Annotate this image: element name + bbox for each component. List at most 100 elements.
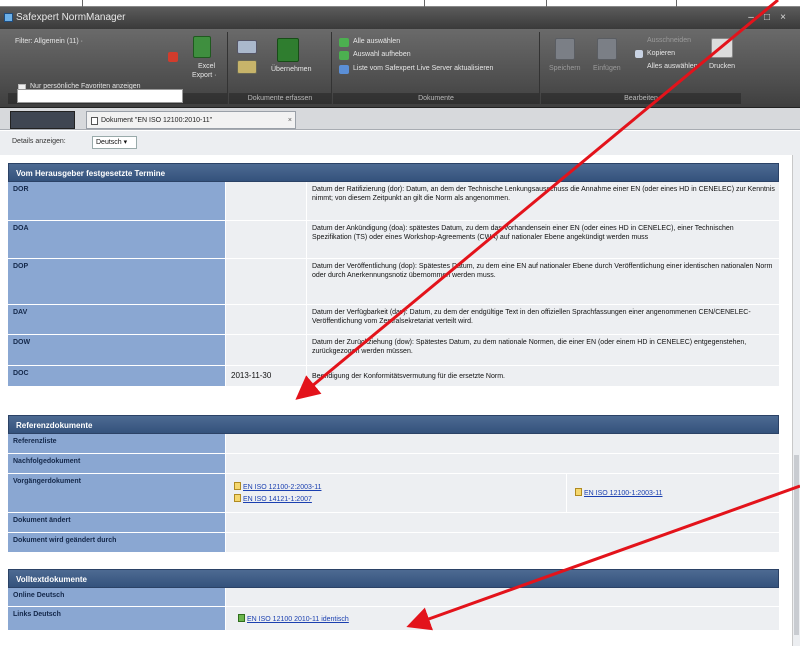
app-icon bbox=[4, 13, 13, 22]
link-text: EN ISO 12100-1:2003-11 bbox=[584, 490, 663, 497]
tab-search-results[interactable] bbox=[10, 111, 75, 129]
row-date bbox=[226, 259, 306, 304]
window-title: Safexpert NormManager bbox=[16, 12, 126, 23]
row-date: 2013-11-30 bbox=[226, 366, 306, 386]
row-value-right: EN ISO 12100-1:2003-11 bbox=[566, 474, 779, 512]
copy-button[interactable]: Kopieren bbox=[647, 50, 675, 57]
table-row-dop: DOP Datum der Veröffentlichung (dop): Sp… bbox=[8, 259, 779, 305]
row-value bbox=[226, 434, 779, 453]
save-icon[interactable] bbox=[555, 38, 575, 60]
row-key: DOA bbox=[8, 221, 225, 258]
clear-filter-icon[interactable] bbox=[168, 52, 178, 62]
vertical-scrollbar[interactable] bbox=[792, 155, 800, 646]
minimize-button[interactable]: – bbox=[744, 11, 758, 24]
row-date bbox=[226, 182, 306, 220]
row-key: Vorgängerdokument bbox=[8, 474, 225, 512]
row-value bbox=[226, 588, 779, 606]
select-all-button[interactable]: Alle auswählen bbox=[353, 38, 400, 45]
row-date bbox=[226, 335, 306, 365]
row-key: DOC bbox=[8, 366, 225, 386]
add-doc-icon[interactable] bbox=[237, 60, 257, 74]
section-header-termine: Vom Herausgeber festgesetzte Termine bbox=[8, 163, 779, 182]
row-key: Nachfolgedokument bbox=[8, 454, 225, 473]
deselect-icon bbox=[339, 51, 349, 60]
document-details-panel: Vom Herausgeber festgesetzte Termine DOR… bbox=[0, 155, 792, 646]
ribbon-group-bearbeiten: Speichern Einfügen Ausschneiden Kopieren… bbox=[541, 32, 741, 104]
paste-icon[interactable] bbox=[597, 38, 617, 60]
ribbon-group-erfassen: Übernehmen Dokumente erfassen bbox=[229, 32, 332, 104]
document-icon bbox=[234, 482, 241, 490]
row-description: Datum der Zurückziehung (dow): Spätestes… bbox=[307, 335, 779, 365]
row-key: Dokument ändert bbox=[8, 513, 225, 532]
maximize-button[interactable]: □ bbox=[760, 11, 774, 24]
row-description: Beendigung der Konformitätsvermutung für… bbox=[307, 366, 779, 386]
refresh-list-icon bbox=[339, 65, 349, 74]
link-vorgaenger-2[interactable]: EN ISO 14121-1:2007 bbox=[234, 494, 312, 503]
uebernehmen-label[interactable]: Übernehmen bbox=[271, 66, 311, 73]
deselect-button[interactable]: Auswahl aufheben bbox=[353, 51, 411, 58]
table-row-links-deutsch: Links Deutsch EN ISO 12100 2010-11 ident… bbox=[8, 607, 779, 631]
row-description: Datum der Ratifizierung (dor): Datum, an… bbox=[307, 182, 779, 220]
document-tab-strip: Dokument "EN ISO 12100:2010-11" × bbox=[0, 108, 800, 130]
tab-document[interactable]: Dokument "EN ISO 12100:2010-11" × bbox=[86, 111, 296, 129]
row-key: DOW bbox=[8, 335, 225, 365]
document-icon bbox=[234, 494, 241, 502]
pdf-document-icon bbox=[238, 614, 245, 622]
group-label-bearbeiten: Bearbeiten bbox=[541, 93, 741, 104]
check-all-icon bbox=[339, 38, 349, 47]
row-description: Datum der Ankündigung (doa): spätestes D… bbox=[307, 221, 779, 258]
close-tab-icon[interactable]: × bbox=[288, 112, 292, 130]
save-button[interactable]: Speichern bbox=[549, 65, 581, 72]
select-everything-button[interactable]: Alles auswählen bbox=[647, 63, 698, 70]
search-doc-icon[interactable] bbox=[237, 40, 257, 54]
link-volltext-deutsch[interactable]: EN ISO 12100 2010-11 identisch bbox=[238, 614, 349, 623]
printer-icon[interactable] bbox=[711, 38, 733, 58]
link-text: EN ISO 12100-2:2003-11 bbox=[243, 484, 322, 491]
row-key: Dokument wird geändert durch bbox=[8, 533, 225, 552]
table-row-doa: DOA Datum der Ankündigung (doa): spätest… bbox=[8, 221, 779, 259]
refresh-live-list-button[interactable]: Liste vom Safexpert Live Server aktualis… bbox=[353, 65, 493, 72]
filter-input[interactable] bbox=[17, 89, 183, 103]
row-key: DOP bbox=[8, 259, 225, 304]
row-key: Online Deutsch bbox=[8, 588, 225, 606]
filter-dropdown[interactable]: Filter: Allgemein (11) · bbox=[15, 38, 83, 45]
table-row-dor: DOR Datum der Ratifizierung (dor): Datum… bbox=[8, 182, 779, 221]
section-header-volltext: Volltextdokumente bbox=[8, 569, 779, 588]
scrollbar-thumb[interactable] bbox=[794, 455, 799, 635]
section-termine: Vom Herausgeber festgesetzte Termine DOR… bbox=[8, 163, 779, 387]
row-value bbox=[226, 454, 779, 473]
copy-icon bbox=[635, 50, 643, 58]
ribbon-toolbar: Filter: Allgemein (11) · Nur persönliche… bbox=[0, 29, 800, 108]
excel-label: Excel bbox=[198, 63, 216, 70]
close-button[interactable]: × bbox=[776, 11, 790, 24]
table-row-doc: DOC 2013-11-30 Beendigung der Konformitä… bbox=[8, 366, 779, 387]
row-key: DAV bbox=[8, 305, 225, 334]
details-label: Details anzeigen: bbox=[12, 138, 66, 145]
row-date bbox=[226, 221, 306, 258]
table-row-dav: DAV Datum der Verfügbarkeit (dav): Datum… bbox=[8, 305, 779, 335]
excel-icon[interactable] bbox=[193, 36, 211, 58]
link-vorgaenger-1[interactable]: EN ISO 12100-2:2003-11 bbox=[234, 482, 321, 491]
row-value bbox=[226, 533, 779, 552]
row-key: Referenzliste bbox=[8, 434, 225, 453]
language-select-value: Deutsch bbox=[96, 139, 122, 146]
table-row-nachfolgedokument: Nachfolgedokument bbox=[8, 454, 779, 474]
document-icon bbox=[91, 117, 98, 125]
document-icon bbox=[575, 488, 582, 496]
language-select[interactable]: Deutsch ▾ bbox=[92, 136, 137, 149]
table-row-dow: DOW Datum der Zurückziehung (dow): Späte… bbox=[8, 335, 779, 366]
table-row-online-deutsch: Online Deutsch bbox=[8, 588, 779, 607]
group-label-dokumente: Dokumente bbox=[333, 93, 539, 104]
export-label[interactable]: Export · bbox=[192, 72, 217, 79]
paste-button[interactable]: Einfügen bbox=[593, 65, 621, 72]
cut-button[interactable]: Ausschneiden bbox=[647, 37, 691, 44]
table-row-dokument-aendert: Dokument ändert bbox=[8, 513, 779, 533]
uebernehmen-icon[interactable] bbox=[277, 38, 299, 62]
link-text: EN ISO 14121-1:2007 bbox=[243, 496, 312, 503]
previous-window-edge bbox=[0, 0, 800, 7]
table-row-dokument-geaendert-durch: Dokument wird geändert durch bbox=[8, 533, 779, 553]
print-button[interactable]: Drucken bbox=[709, 63, 735, 70]
row-key: DOR bbox=[8, 182, 225, 220]
link-vorgaenger-3[interactable]: EN ISO 12100-1:2003-11 bbox=[575, 488, 662, 497]
row-value: EN ISO 12100 2010-11 identisch bbox=[226, 607, 779, 630]
